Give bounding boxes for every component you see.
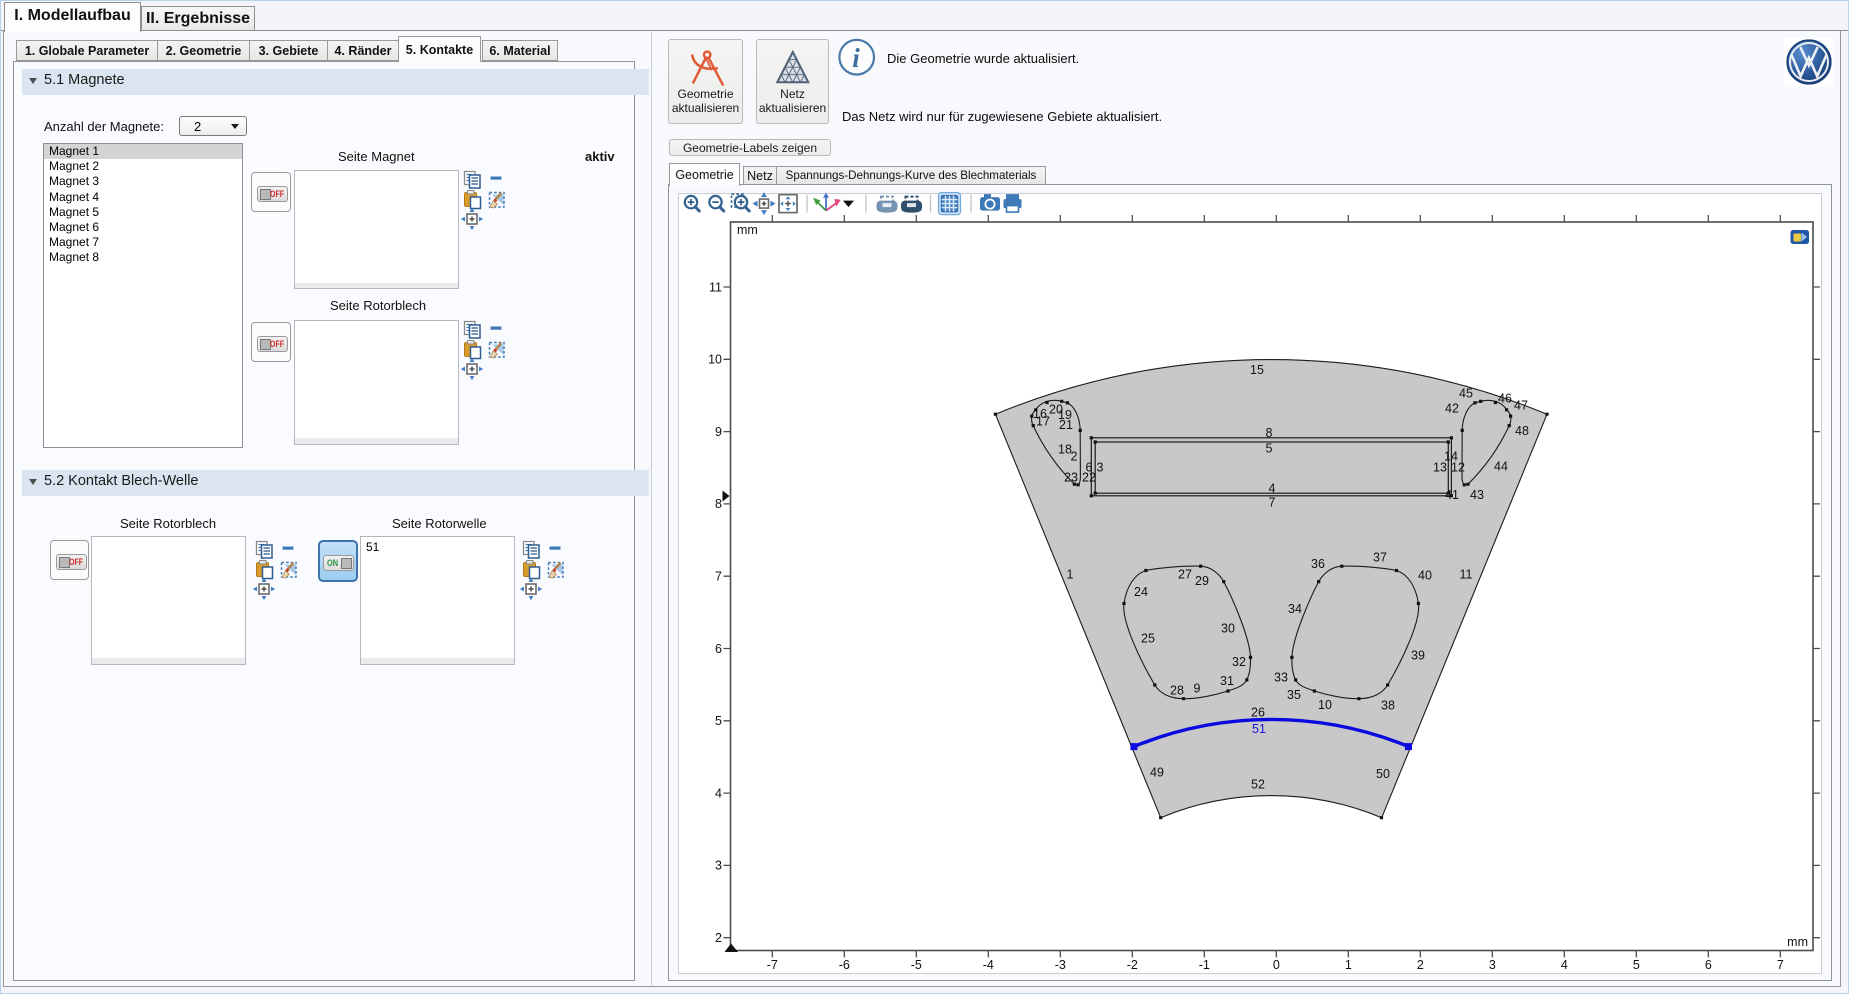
svg-text:39: 39 [1411,648,1425,662]
svg-text:37: 37 [1373,550,1387,564]
svg-text:3: 3 [1489,958,1496,972]
svg-text:49: 49 [1150,765,1164,779]
svg-text:-6: -6 [839,958,850,972]
svg-text:i: i [852,43,860,73]
svg-text:9: 9 [1194,681,1201,695]
svg-text:-5: -5 [911,958,922,972]
svg-text:3: 3 [715,859,722,873]
svg-text:5: 5 [1633,958,1640,972]
svg-text:7: 7 [1269,495,1276,509]
svg-text:51: 51 [1252,722,1266,736]
svg-text:5: 5 [715,714,722,728]
svg-text:21: 21 [1059,418,1073,432]
svg-text:1: 1 [1345,958,1352,972]
svg-text:6: 6 [1705,958,1712,972]
svg-text:32: 32 [1232,655,1246,669]
svg-text:8: 8 [1266,426,1273,440]
svg-text:23: 23 [1064,470,1078,484]
svg-text:25: 25 [1141,631,1155,645]
svg-text:41: 41 [1445,488,1459,502]
svg-text:6: 6 [715,642,722,656]
svg-text:1: 1 [1067,567,1074,581]
svg-text:52: 52 [1251,777,1265,791]
svg-text:46: 46 [1498,391,1512,405]
svg-text:50: 50 [1376,767,1390,781]
svg-text:4: 4 [1269,481,1276,495]
svg-text:2: 2 [715,931,722,945]
svg-text:11: 11 [1460,567,1473,581]
svg-text:43: 43 [1470,488,1484,502]
svg-text:34: 34 [1288,602,1302,616]
svg-text:36: 36 [1311,557,1325,571]
svg-text:40: 40 [1418,568,1432,582]
svg-text:33: 33 [1274,670,1288,684]
svg-text:44: 44 [1494,459,1508,473]
svg-text:7: 7 [1777,958,1784,972]
svg-text:45: 45 [1459,386,1473,400]
svg-text:4: 4 [715,786,722,800]
svg-text:0: 0 [1273,958,1280,972]
svg-text:8: 8 [715,497,722,511]
svg-text:mm: mm [737,223,758,237]
svg-text:-4: -4 [983,958,994,972]
svg-text:48: 48 [1515,424,1529,438]
svg-text:10: 10 [1318,698,1332,712]
svg-text:31: 31 [1220,674,1234,688]
svg-text:2: 2 [1417,958,1424,972]
svg-text:-1: -1 [1199,958,1210,972]
svg-text:38: 38 [1381,698,1395,712]
svg-text:47: 47 [1514,398,1528,412]
svg-text:13: 13 [1433,460,1447,474]
svg-text:17: 17 [1036,414,1050,428]
svg-text:4: 4 [1561,958,1568,972]
svg-text:15: 15 [1250,363,1264,377]
svg-text:27: 27 [1178,567,1192,581]
svg-text:-3: -3 [1055,958,1066,972]
svg-text:29: 29 [1195,574,1209,588]
svg-text:35: 35 [1287,688,1301,702]
svg-text:-2: -2 [1127,958,1138,972]
svg-text:24: 24 [1134,585,1148,599]
svg-text:2: 2 [1071,449,1078,463]
svg-text:28: 28 [1170,683,1184,697]
svg-text:6: 6 [1086,460,1093,474]
svg-text:10: 10 [708,353,722,367]
svg-text:mm: mm [1787,935,1808,949]
svg-text:12: 12 [1451,460,1465,474]
svg-text:5: 5 [1266,441,1273,455]
svg-text:26: 26 [1251,705,1265,719]
svg-text:42: 42 [1445,401,1459,415]
svg-text:11: 11 [709,280,722,294]
svg-text:30: 30 [1221,621,1235,635]
svg-text:3: 3 [1097,460,1104,474]
svg-text:7: 7 [715,570,722,584]
svg-text:-7: -7 [767,958,778,972]
svg-text:9: 9 [715,425,722,439]
